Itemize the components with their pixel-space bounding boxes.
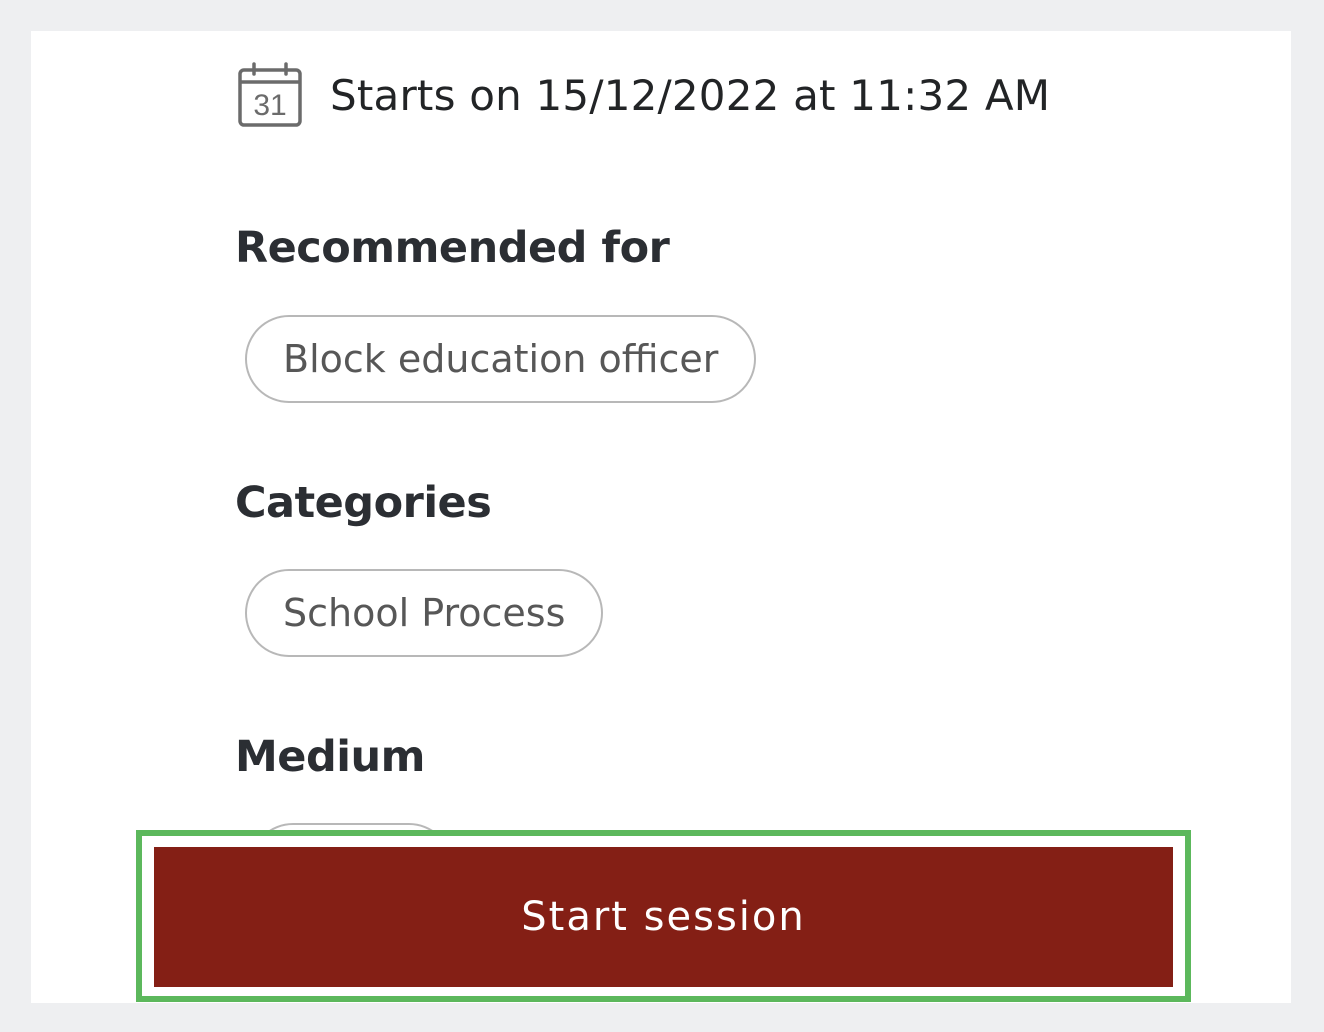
categories-heading: Categories [235,478,492,528]
recommended-for-chip: Block education officer [245,315,757,403]
recommended-for-heading: Recommended for [235,223,670,273]
medium-heading: Medium [235,732,425,782]
category-chip: School Process [245,569,604,657]
start-session-button[interactable]: Start session [154,847,1173,987]
calendar-icon: 31 [238,62,302,127]
session-start-text: Starts on 15/12/2022 at 11:32 AM [330,70,1051,120]
session-start-row: 31 Starts on 15/12/2022 at 11:32 AM [236,59,1050,131]
calendar-day-number: 31 [253,89,286,122]
